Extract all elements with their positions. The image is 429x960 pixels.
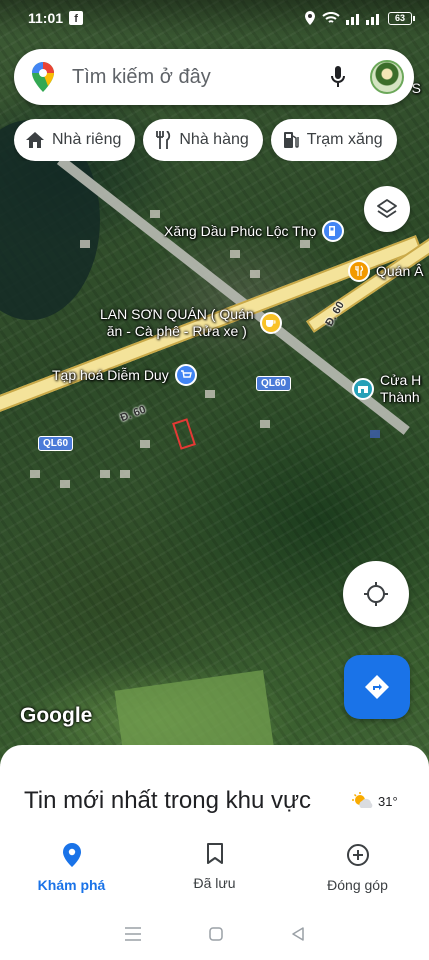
mic-icon[interactable] (326, 62, 350, 92)
gas-station-icon (283, 132, 299, 148)
location-icon (305, 11, 315, 25)
poi-label: Tạp hoá Diễm Duy (52, 366, 169, 383)
poi-tap-hoa[interactable]: Tạp hoá Diễm Duy (52, 364, 197, 386)
poi-lan-son-quan[interactable]: LAN SƠN QUÁN ( Quán ăn - Cà phê - Rửa xe… (100, 306, 282, 340)
wifi-icon (322, 11, 340, 23)
poi-cua-hang[interactable]: Cửa H Thành (352, 372, 421, 406)
weather-widget: 31° (352, 792, 398, 810)
directions-button[interactable] (344, 655, 410, 719)
battery-level: 63 (388, 11, 412, 25)
partly-sunny-icon (352, 792, 373, 808)
nav-label: Đóng góp (327, 877, 388, 893)
cafe-pin-icon (259, 312, 282, 334)
route-badge-west: QL60 (38, 436, 74, 451)
signal-icon (346, 13, 379, 25)
sheet-title: Tin mới nhất trong khu vực (24, 787, 312, 814)
shop-pin-icon (174, 364, 197, 386)
home-icon (26, 132, 44, 148)
chip-label: Nhà hàng (179, 131, 249, 148)
poi-xang-dau[interactable]: Xăng Dầu Phúc Lộc Thọ (164, 220, 345, 242)
avatar[interactable] (370, 60, 404, 94)
restaurant-pin-icon (348, 260, 370, 282)
my-location-button[interactable] (343, 561, 409, 627)
search-bar[interactable]: Tìm kiếm ở đây (14, 49, 414, 105)
chip-label: Nhà riêng (52, 131, 122, 148)
bottom-nav: Khám phá Đã lưu Đóng góp (0, 841, 429, 893)
explore-pin-icon (62, 843, 81, 867)
category-chips: Nhà riêng Nhà hàng Trạm xăng (14, 119, 429, 161)
menu-icon[interactable] (124, 927, 142, 941)
directions-icon (365, 675, 389, 699)
chip-home[interactable]: Nhà riêng (14, 119, 136, 161)
facebook-icon: f (69, 11, 84, 25)
nav-label: Khám phá (37, 877, 106, 893)
bookmark-icon (206, 843, 223, 864)
nav-saved[interactable]: Đã lưu (143, 841, 286, 893)
poi-label-line1: Cửa H (380, 372, 422, 388)
search-input[interactable]: Tìm kiếm ở đây (72, 66, 326, 89)
battery-icon: 63 (388, 11, 415, 25)
add-circle-icon (346, 844, 369, 866)
back-icon[interactable] (291, 927, 305, 941)
poi-label-line1: LAN SƠN QUÁN ( Quán (100, 306, 254, 322)
system-navigation (0, 921, 429, 947)
status-time: 11:01 (28, 10, 64, 26)
restaurant-icon (156, 131, 171, 149)
poi-label: Quán Â (376, 262, 424, 279)
route-badge-east: QL60 (256, 376, 292, 391)
google-attribution: Google (20, 704, 93, 727)
store-pin-icon (352, 378, 374, 400)
layers-button[interactable] (364, 186, 410, 232)
gas-pin-icon (322, 220, 345, 242)
bottom-sheet[interactable]: Tin mới nhất trong khu vực 31° Khám phá … (0, 745, 429, 960)
poi-label-line2: Thành (380, 389, 420, 405)
chip-gas-station[interactable]: Trạm xăng (270, 119, 397, 161)
chip-restaurant[interactable]: Nhà hàng (143, 119, 263, 161)
status-bar: 11:01 f 63 (0, 0, 429, 36)
google-maps-logo-icon (32, 62, 54, 92)
temperature: 31° (378, 793, 398, 809)
chip-label: Trạm xăng (306, 131, 383, 148)
home-square-icon[interactable] (209, 927, 224, 941)
poi-quan-a[interactable]: Quán Â (348, 260, 423, 282)
nav-explore[interactable]: Khám phá (0, 841, 143, 893)
nav-label: Đã lưu (193, 875, 236, 891)
layers-icon (377, 199, 397, 218)
poi-label-line2: ăn - Cà phê - Rửa xe ) (106, 323, 247, 339)
poi-label: Xăng Dầu Phúc Lộc Thọ (164, 222, 317, 239)
crosshair-icon (364, 582, 388, 606)
nav-contribute[interactable]: Đóng góp (286, 841, 429, 893)
